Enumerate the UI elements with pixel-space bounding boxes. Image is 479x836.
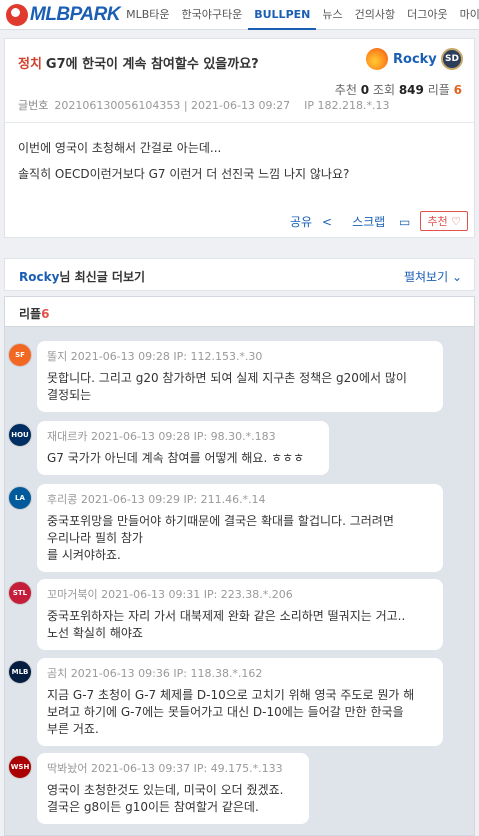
view-count-label: 조회: [372, 83, 395, 97]
team-avatar-icon: WSH: [8, 755, 32, 779]
baseball-icon: [6, 3, 28, 26]
reply-nickname[interactable]: 재대르카: [47, 430, 87, 443]
author-name[interactable]: Rocky: [393, 52, 437, 67]
replies-count: 6: [41, 307, 50, 321]
mlbpark-logo[interactable]: MLBPARK: [6, 3, 121, 26]
post-category[interactable]: 정치: [18, 57, 42, 72]
reply-meta: 곰치 2021-06-13 09:36 IP: 118.38.*.162: [47, 665, 433, 681]
reply-meta-text: 2021-06-13 09:29 IP: 211.46.*.14: [80, 493, 266, 506]
replies-section: 리플6 SF 똘지 2021-06-13 09:28 IP: 112.153.*…: [4, 296, 475, 836]
post-actions: 공유 < 스크랩 ▭ 추천 ♡: [270, 211, 468, 231]
nav-item-news[interactable]: 뉴스: [316, 0, 348, 30]
reply-meta-text: 2021-06-13 09:31 IP: 223.38.*.206: [101, 588, 293, 601]
share-button[interactable]: 공유 <: [280, 213, 332, 230]
post-body: 이번에 영국이 초청해서 간걸로 아는데... 솔직히 OECD이런거보다 G7…: [18, 135, 349, 187]
team-avatar-icon: LA: [8, 486, 32, 510]
team-logo-icon: SD: [441, 48, 463, 70]
post-stats: 추천 0 조회 849 리플 6: [335, 81, 462, 98]
view-count: 849: [398, 83, 424, 97]
reply-meta-text: 2021-06-13 09:28 IP: 112.153.*.30: [70, 350, 263, 363]
author-more-title: Rocky님 최신글 더보기: [19, 268, 145, 285]
scrap-button[interactable]: 스크랩 ▭: [342, 213, 410, 230]
team-avatar-icon: STL: [8, 581, 32, 605]
replies-label-text: 리플: [19, 307, 42, 321]
replies-header: 리플6: [5, 297, 474, 327]
reply-meta: 똘지 2021-06-13 09:28 IP: 112.153.*.30: [47, 348, 433, 364]
reply-nickname[interactable]: 후리콩: [47, 493, 77, 506]
reply-bubble: 재대르카 2021-06-13 09:28 IP: 98.30.*.183 G7…: [37, 421, 329, 475]
reply-meta: 꼬마거북이 2021-06-13 09:31 IP: 223.38.*.206: [47, 586, 433, 602]
reply-bubble: 똘지 2021-06-13 09:28 IP: 112.153.*.30 못합니…: [37, 341, 443, 412]
post-body-line: 이번에 영국이 초청해서 간걸로 아는데...: [18, 141, 222, 155]
reply-text: G7 국가가 아닌데 계속 참여를 어떻게 해요. ㅎㅎㅎ: [47, 451, 305, 465]
post-meta: 글번호 202106130056104353 | 2021-06-13 09:27…: [18, 97, 390, 113]
nav-item-dugout[interactable]: 더그아웃: [401, 0, 453, 30]
reply-nickname[interactable]: 똘지: [47, 350, 67, 363]
scrap-label: 스크랩: [352, 214, 386, 229]
reply-bubble: 후리콩 2021-06-13 09:29 IP: 211.46.*.14 중국포…: [37, 484, 443, 572]
reply-meta: 후리콩 2021-06-13 09:29 IP: 211.46.*.14: [47, 491, 433, 507]
reply-nickname[interactable]: 꼬마거북이: [47, 588, 98, 601]
reply-bubble: 꼬마거북이 2021-06-13 09:31 IP: 223.38.*.206 …: [37, 579, 443, 650]
nav-item-bullpen[interactable]: BULLPEN: [248, 0, 317, 30]
replies-label: 리플6: [19, 305, 49, 322]
team-avatar-icon: HOU: [8, 423, 32, 447]
logo-text: MLBPARK: [30, 3, 121, 25]
reply-meta-text: 2021-06-13 09:36 IP: 118.38.*.162: [70, 667, 263, 680]
post-meta-text: 202106130056104353 | 2021-06-13 09:27 IP…: [54, 99, 390, 112]
reply-text: 중국포위망을 만들어야 하기때문에 결국은 확대를 할겁니다. 그러려면 우리나…: [47, 514, 394, 562]
author-more-name: Rocky: [19, 270, 60, 284]
scrap-icon: ▭: [399, 214, 411, 229]
reply-nickname[interactable]: 곰치: [47, 667, 67, 680]
share-label: 공유: [289, 214, 313, 229]
reply-meta-text: 2021-06-13 09:28 IP: 98.30.*.183: [90, 430, 276, 443]
top-navigation: MLBPARK MLB타운 한국야구타운 BULLPEN 뉴스 건의사항 더그아…: [0, 0, 479, 30]
post-number-label: 글번호: [18, 99, 49, 112]
nav-item-mlb-town[interactable]: MLB타운: [120, 0, 175, 30]
recommend-count: 0: [360, 83, 370, 97]
team-avatar-icon: MLB: [8, 660, 32, 684]
reply-text: 중국포위하자는 자리 가서 대북제제 완화 같은 소리하면 떨궈지는 거고.. …: [47, 609, 406, 640]
nav-item-my[interactable]: 마이: [454, 0, 479, 30]
recommend-button[interactable]: 추천 ♡: [420, 211, 468, 231]
nav-item-korea-baseball-town[interactable]: 한국야구타운: [176, 0, 249, 30]
reply-text: 못합니다. 그리고 g20 참가하면 되여 실제 지구촌 정책은 g20에서 많…: [47, 371, 407, 402]
post-card: 정치 G7에 한국이 계속 참여할수 있을까요? Rocky SD 추천 0 조회…: [4, 38, 475, 238]
post-title: 정치 G7에 한국이 계속 참여할수 있을까요?: [18, 53, 259, 72]
author-more-suffix: 님 최신글 더보기: [59, 270, 146, 284]
expand-toggle[interactable]: 펼쳐보기 ⌄: [404, 268, 462, 285]
post-body-line: 솔직히 OECD이런거보다 G7 이런거 더 선진국 느낌 나지 않나요?: [18, 167, 350, 181]
reply-text: 영국이 초청한것도 있는데, 미국이 오더 줬겠죠. 결국은 g8이든 g10이…: [47, 783, 284, 814]
divider: [5, 122, 474, 123]
author-more-posts: Rocky님 최신글 더보기 펼쳐보기 ⌄: [4, 258, 475, 291]
reply-bubble: 곰치 2021-06-13 09:36 IP: 118.38.*.162 지금 …: [37, 658, 443, 746]
reply-nickname[interactable]: 딱봐놨어: [47, 762, 87, 775]
nav-item-suggestions[interactable]: 건의사항: [349, 0, 401, 30]
reply-count: 6: [453, 83, 462, 97]
author-level-icon: [366, 48, 388, 70]
share-icon: <: [322, 214, 333, 229]
reply-text: 지금 G-7 초청이 G-7 체제를 D-10으로 고치기 위해 영국 주도로 …: [47, 688, 415, 736]
post-title-text: G7에 한국이 계속 참여할수 있을까요?: [45, 57, 259, 72]
team-avatar-icon: SF: [8, 343, 32, 367]
reply-count-label: 리플: [427, 83, 450, 97]
reply-meta: 딱봐놨어 2021-06-13 09:37 IP: 49.175.*.133: [47, 760, 299, 776]
reply-bubble: 딱봐놨어 2021-06-13 09:37 IP: 49.175.*.133 영…: [37, 753, 309, 824]
reply-meta: 재대르카 2021-06-13 09:28 IP: 98.30.*.183: [47, 428, 319, 444]
recommend-count-label: 추천: [334, 83, 357, 97]
reply-meta-text: 2021-06-13 09:37 IP: 49.175.*.133: [90, 762, 283, 775]
